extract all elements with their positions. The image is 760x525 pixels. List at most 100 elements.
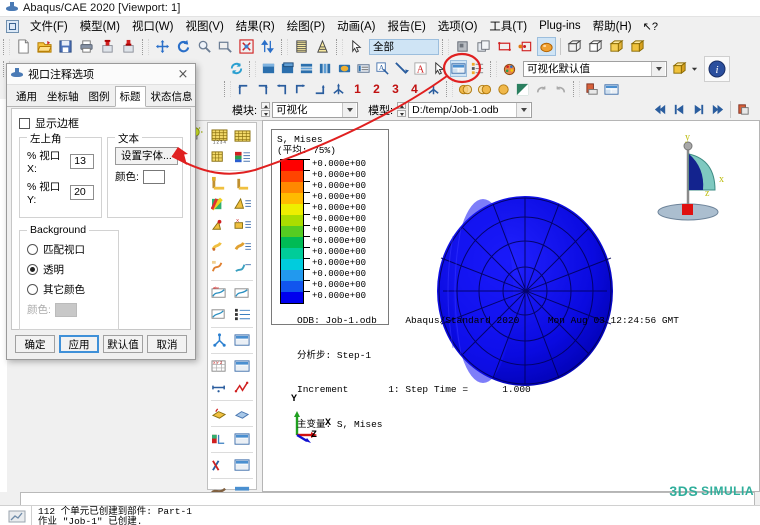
view-number-1[interactable]: 1 bbox=[349, 81, 366, 98]
superimpose-icon[interactable] bbox=[208, 194, 231, 215]
apply-button[interactable]: 应用 bbox=[59, 335, 99, 353]
rotate-icon[interactable] bbox=[174, 37, 193, 56]
common-options-icon[interactable] bbox=[231, 173, 254, 194]
redo-view-icon[interactable] bbox=[552, 81, 569, 98]
toolbar-grip-7[interactable] bbox=[249, 60, 256, 77]
animate-icon[interactable] bbox=[735, 101, 752, 118]
result-options2-icon[interactable] bbox=[231, 257, 254, 278]
refresh-icon[interactable] bbox=[228, 60, 245, 77]
toolbar-grip-3[interactable] bbox=[281, 38, 288, 55]
csys-yx-icon[interactable] bbox=[235, 81, 252, 98]
module-combo[interactable]: 可视化 bbox=[272, 101, 359, 118]
cut-manager-icon[interactable] bbox=[231, 455, 254, 476]
table-icon[interactable] bbox=[603, 81, 620, 98]
bg-transparent-row[interactable]: 透明 bbox=[27, 262, 111, 277]
plot-contours-icon[interactable] bbox=[208, 147, 231, 168]
menu-model[interactable]: 模型(M) bbox=[74, 18, 126, 34]
cube-hidden-icon[interactable] bbox=[586, 37, 605, 56]
select-arrow-icon[interactable] bbox=[347, 37, 366, 56]
cube-render-icon[interactable] bbox=[628, 37, 647, 56]
probe-icon[interactable] bbox=[393, 60, 410, 77]
tab-legend[interactable]: 图例 bbox=[84, 86, 115, 106]
tab-state[interactable]: 状态信息 bbox=[146, 86, 198, 106]
path-plot-icon[interactable] bbox=[231, 377, 254, 398]
ball-icon[interactable] bbox=[537, 37, 556, 56]
plot-symbols-icon[interactable] bbox=[231, 147, 254, 168]
layers-icon[interactable] bbox=[469, 60, 486, 77]
stress-options-icon[interactable] bbox=[231, 429, 254, 450]
create-display-group-icon[interactable]: X Y Z bbox=[208, 356, 231, 377]
contour-plot-icon[interactable] bbox=[260, 60, 277, 77]
translucency1-icon[interactable] bbox=[457, 81, 474, 98]
viewport[interactable]: S, Mises (平均: 75%) +0.000e+00 +0.000e+00 +… bbox=[262, 120, 760, 492]
view-number-3[interactable]: 3 bbox=[387, 81, 404, 98]
pan-icon[interactable] bbox=[153, 37, 172, 56]
menu-file[interactable]: 文件(F) bbox=[24, 18, 74, 34]
toolbar-grip-11[interactable] bbox=[573, 81, 580, 97]
first-frame-icon[interactable] bbox=[652, 101, 669, 118]
bg-match-viewport-row[interactable]: 匹配视口 bbox=[27, 242, 111, 257]
csys-zy-icon[interactable] bbox=[311, 81, 328, 98]
csys-zx-icon[interactable] bbox=[273, 81, 290, 98]
context-help-icon[interactable]: ↖? bbox=[638, 20, 663, 33]
free-body-manager-icon[interactable] bbox=[231, 403, 254, 424]
viewport-annotation-options-dialog[interactable]: 视口注释选项 × 通用 坐标轴 图例 标题 状态信息 显示边框 左上角 % 视口… bbox=[6, 63, 196, 360]
probe-values-icon[interactable] bbox=[208, 330, 231, 351]
xy-options-icon[interactable] bbox=[231, 304, 254, 325]
symbol-options-icon[interactable] bbox=[208, 215, 231, 236]
csys-yx2-icon[interactable] bbox=[254, 81, 271, 98]
plane-icon[interactable] bbox=[453, 37, 472, 56]
tab-general[interactable]: 通用 bbox=[11, 86, 42, 106]
ply-options-icon[interactable] bbox=[208, 236, 231, 257]
model-chevron-down-icon[interactable] bbox=[516, 102, 531, 117]
node-select-icon[interactable] bbox=[516, 37, 535, 56]
material-plot-icon[interactable] bbox=[298, 60, 315, 77]
copy-view-icon[interactable] bbox=[474, 37, 493, 56]
translucency3-icon[interactable] bbox=[495, 81, 512, 98]
module-spinner[interactable] bbox=[261, 102, 271, 117]
apply-view-icon[interactable] bbox=[425, 81, 442, 98]
allow-multiple-icon[interactable] bbox=[208, 173, 231, 194]
style-combo[interactable]: 可视化默认值 bbox=[523, 60, 667, 77]
toolbar-grip[interactable] bbox=[3, 38, 10, 55]
result-options-icon[interactable] bbox=[231, 236, 254, 257]
display-group-manager-icon[interactable] bbox=[231, 356, 254, 377]
view-cube-icon[interactable] bbox=[671, 60, 688, 77]
bg-match-viewport-radio[interactable] bbox=[27, 244, 38, 255]
toolbar-grip-10[interactable] bbox=[446, 81, 453, 97]
toolbar-grip-5[interactable] bbox=[442, 38, 449, 55]
csys-yz-icon[interactable] bbox=[292, 81, 309, 98]
view-orientation-widget[interactable]: y x z bbox=[645, 126, 731, 226]
command-line-box[interactable] bbox=[20, 492, 755, 506]
save-icon[interactable] bbox=[56, 37, 75, 56]
import-icon[interactable] bbox=[98, 37, 117, 56]
material-options-icon[interactable]: X bbox=[231, 215, 254, 236]
csys-iso-icon[interactable] bbox=[330, 81, 347, 98]
render-wire-icon[interactable] bbox=[313, 37, 332, 56]
fit-view-icon[interactable] bbox=[237, 37, 256, 56]
rect-select-icon[interactable] bbox=[495, 37, 514, 56]
text-color-row[interactable]: 颜色: bbox=[115, 169, 175, 184]
show-border-checkbox-row[interactable]: 显示边框 bbox=[19, 115, 183, 131]
cancel-button[interactable]: 取消 bbox=[147, 335, 187, 353]
menu-help[interactable]: 帮助(H) bbox=[587, 18, 638, 34]
toolbar-grip-4[interactable] bbox=[336, 38, 343, 55]
box-zoom-icon[interactable] bbox=[216, 37, 235, 56]
print-icon[interactable] bbox=[77, 37, 96, 56]
light-icon[interactable] bbox=[514, 81, 531, 98]
next-frame-icon[interactable] bbox=[690, 101, 707, 118]
viewport-x-row[interactable]: % 视口 X: 13 bbox=[27, 148, 94, 175]
menu-viewport[interactable]: 视口(W) bbox=[126, 18, 180, 34]
xy-data-plot-icon[interactable] bbox=[231, 283, 254, 304]
menu-options[interactable]: 选项(O) bbox=[432, 18, 484, 34]
render-shaded-icon[interactable] bbox=[292, 37, 311, 56]
cycle-views-icon[interactable] bbox=[258, 37, 277, 56]
text-color-swatch[interactable] bbox=[142, 169, 165, 184]
stress-lines-icon[interactable] bbox=[208, 429, 231, 450]
viewport-y-row[interactable]: % 视口 Y: 20 bbox=[27, 179, 94, 206]
menu-animate[interactable]: 动画(A) bbox=[331, 18, 381, 34]
viewport-y-input[interactable]: 20 bbox=[70, 185, 94, 200]
xy-data-manager-icon[interactable] bbox=[208, 304, 231, 325]
previous-frame-icon[interactable] bbox=[671, 101, 688, 118]
view-number-4[interactable]: 4 bbox=[406, 81, 423, 98]
